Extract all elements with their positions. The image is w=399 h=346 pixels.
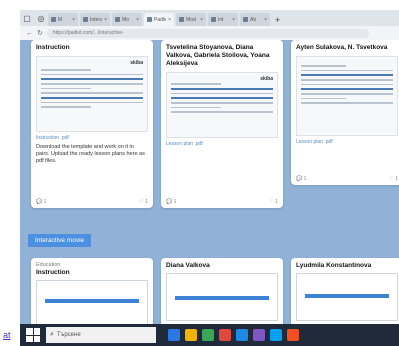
browser-tab[interactable]: M × <box>48 13 78 26</box>
document-preview[interactable] <box>296 56 398 136</box>
post-title: Tsvetelina Stoyanova, Diana Valkova, Gab… <box>166 44 270 67</box>
attachment-link[interactable]: Lesson plan .pdf <box>296 139 398 145</box>
post-footer: 💬 1 ♡ 1 <box>296 176 398 182</box>
browser-tab[interactable]: Mod × <box>176 13 206 26</box>
tab-close-icon[interactable]: × <box>168 17 171 23</box>
tab-label: Ab <box>250 16 257 23</box>
tab-favicon-icon <box>243 17 248 22</box>
post-title: Instruction <box>36 44 70 51</box>
tab-search-icon[interactable]: ◎ <box>35 12 47 24</box>
browser-tab-strip: ▢ ◎ M × Interactiv × Mo × Padlet × Mod ×… <box>20 10 399 26</box>
tab-favicon-icon <box>83 17 88 22</box>
section-heading[interactable]: Interactive movie <box>28 234 92 247</box>
tab-label: Padlet <box>154 16 167 23</box>
taskbar-app-icon[interactable] <box>287 329 299 341</box>
comment-count[interactable]: 💬 1 <box>166 199 176 205</box>
post-card-group-1[interactable]: Tsvetelina Stoyanova, Diana Valkova, Gab… <box>161 40 283 208</box>
like-count[interactable]: ♡ 1 <box>389 176 398 182</box>
url-field[interactable]: https://padlet.com/.../interactive- <box>46 28 369 38</box>
back-icon[interactable]: ← <box>26 30 33 37</box>
taskbar: at ⌕ Търсене <box>0 324 399 346</box>
browser-tab[interactable]: Ab × <box>240 13 270 26</box>
video-thumbnail[interactable] <box>166 273 278 321</box>
taskbar-app-icon[interactable] <box>185 329 197 341</box>
post-card-bottom-instruction[interactable]: Education Instruction <box>31 258 153 324</box>
post-card-bottom-3[interactable]: Lyudmila Konstantinova <box>291 258 399 324</box>
browser-tab[interactable]: Int × <box>208 13 238 26</box>
refresh-icon[interactable]: ↻ <box>37 29 43 37</box>
comment-count[interactable]: 💬 1 <box>296 176 306 182</box>
taskbar-app-icon[interactable] <box>236 329 248 341</box>
like-count[interactable]: ♡ 1 <box>139 199 148 205</box>
padlet-board[interactable]: Instruction skiba Instruction .pdf Downl… <box>20 40 399 324</box>
taskbar-app-icon[interactable] <box>270 329 282 341</box>
tab-favicon-icon <box>179 17 184 22</box>
start-button[interactable] <box>26 328 40 342</box>
post-title: Diana Valkova <box>166 262 210 269</box>
tab-favicon-icon <box>211 17 216 22</box>
attachment-link[interactable]: Lesson plan .pdf <box>166 141 278 147</box>
taskbar-app-icon[interactable] <box>168 329 180 341</box>
tab-label: Mo <box>122 16 129 23</box>
tab-close-icon[interactable]: × <box>104 17 107 23</box>
tab-actions-icon[interactable]: ▢ <box>21 12 33 24</box>
tab-label: Mod <box>186 16 196 23</box>
post-footer: 💬 1 ♡ 1 <box>36 199 148 205</box>
comment-count[interactable]: 💬 1 <box>36 199 46 205</box>
document-logo: skiba <box>260 76 273 82</box>
search-icon: ⌕ <box>50 331 54 338</box>
post-card-bottom-2[interactable]: Diana Valkova <box>161 258 283 324</box>
tab-label: M <box>58 16 63 23</box>
taskbar-app-icon[interactable] <box>219 329 231 341</box>
tab-close-icon[interactable]: × <box>232 17 235 23</box>
tab-label: Interactiv <box>90 16 103 23</box>
tab-close-icon[interactable]: × <box>72 17 75 23</box>
like-count[interactable]: ♡ 1 <box>269 199 278 205</box>
taskbar-app-icons <box>168 329 299 341</box>
post-title: Ayten Sulakova, N. Tsvetkova <box>296 44 388 51</box>
tab-favicon-icon <box>115 17 120 22</box>
post-body: Download the template and work on it in … <box>36 144 145 164</box>
attachment-link[interactable]: Instruction .pdf <box>36 135 148 141</box>
post-card-instruction[interactable]: Instruction skiba Instruction .pdf Downl… <box>31 40 153 208</box>
post-card-group-2[interactable]: Ayten Sulakova, N. Tsvetkova Lesson plan… <box>291 40 399 185</box>
video-thumbnail[interactable] <box>36 280 148 324</box>
video-thumbnail[interactable] <box>296 273 398 321</box>
browser-tab[interactable]: Interactiv × <box>80 13 110 26</box>
document-preview[interactable]: skiba <box>166 72 278 138</box>
tab-label: Int <box>218 16 224 23</box>
post-kicker: Education <box>36 262 61 268</box>
page-edge-link[interactable]: at <box>0 324 20 346</box>
taskbar-app-icon[interactable] <box>202 329 214 341</box>
tab-close-icon[interactable]: × <box>200 17 203 23</box>
post-title: Lyudmila Konstantinova <box>296 262 372 269</box>
taskbar-search[interactable]: ⌕ Търсене <box>46 327 156 343</box>
tab-favicon-icon <box>51 17 56 22</box>
taskbar-app-icon[interactable] <box>253 329 265 341</box>
address-bar: ← ↻ https://padlet.com/.../interactive- <box>20 26 399 40</box>
post-title: Instruction <box>36 269 70 276</box>
browser-tab[interactable]: Mo × <box>112 13 142 26</box>
tab-favicon-icon <box>147 17 152 22</box>
post-footer: 💬 1 ♡ 1 <box>166 199 278 205</box>
tab-close-icon[interactable]: × <box>136 17 139 23</box>
document-preview[interactable]: skiba <box>36 56 148 132</box>
search-placeholder: Търсене <box>56 332 81 338</box>
tab-close-icon[interactable]: × <box>264 17 267 23</box>
new-tab-button[interactable]: + <box>275 15 280 25</box>
document-logo: skiba <box>130 60 143 66</box>
browser-tab-active[interactable]: Padlet × <box>144 13 174 26</box>
